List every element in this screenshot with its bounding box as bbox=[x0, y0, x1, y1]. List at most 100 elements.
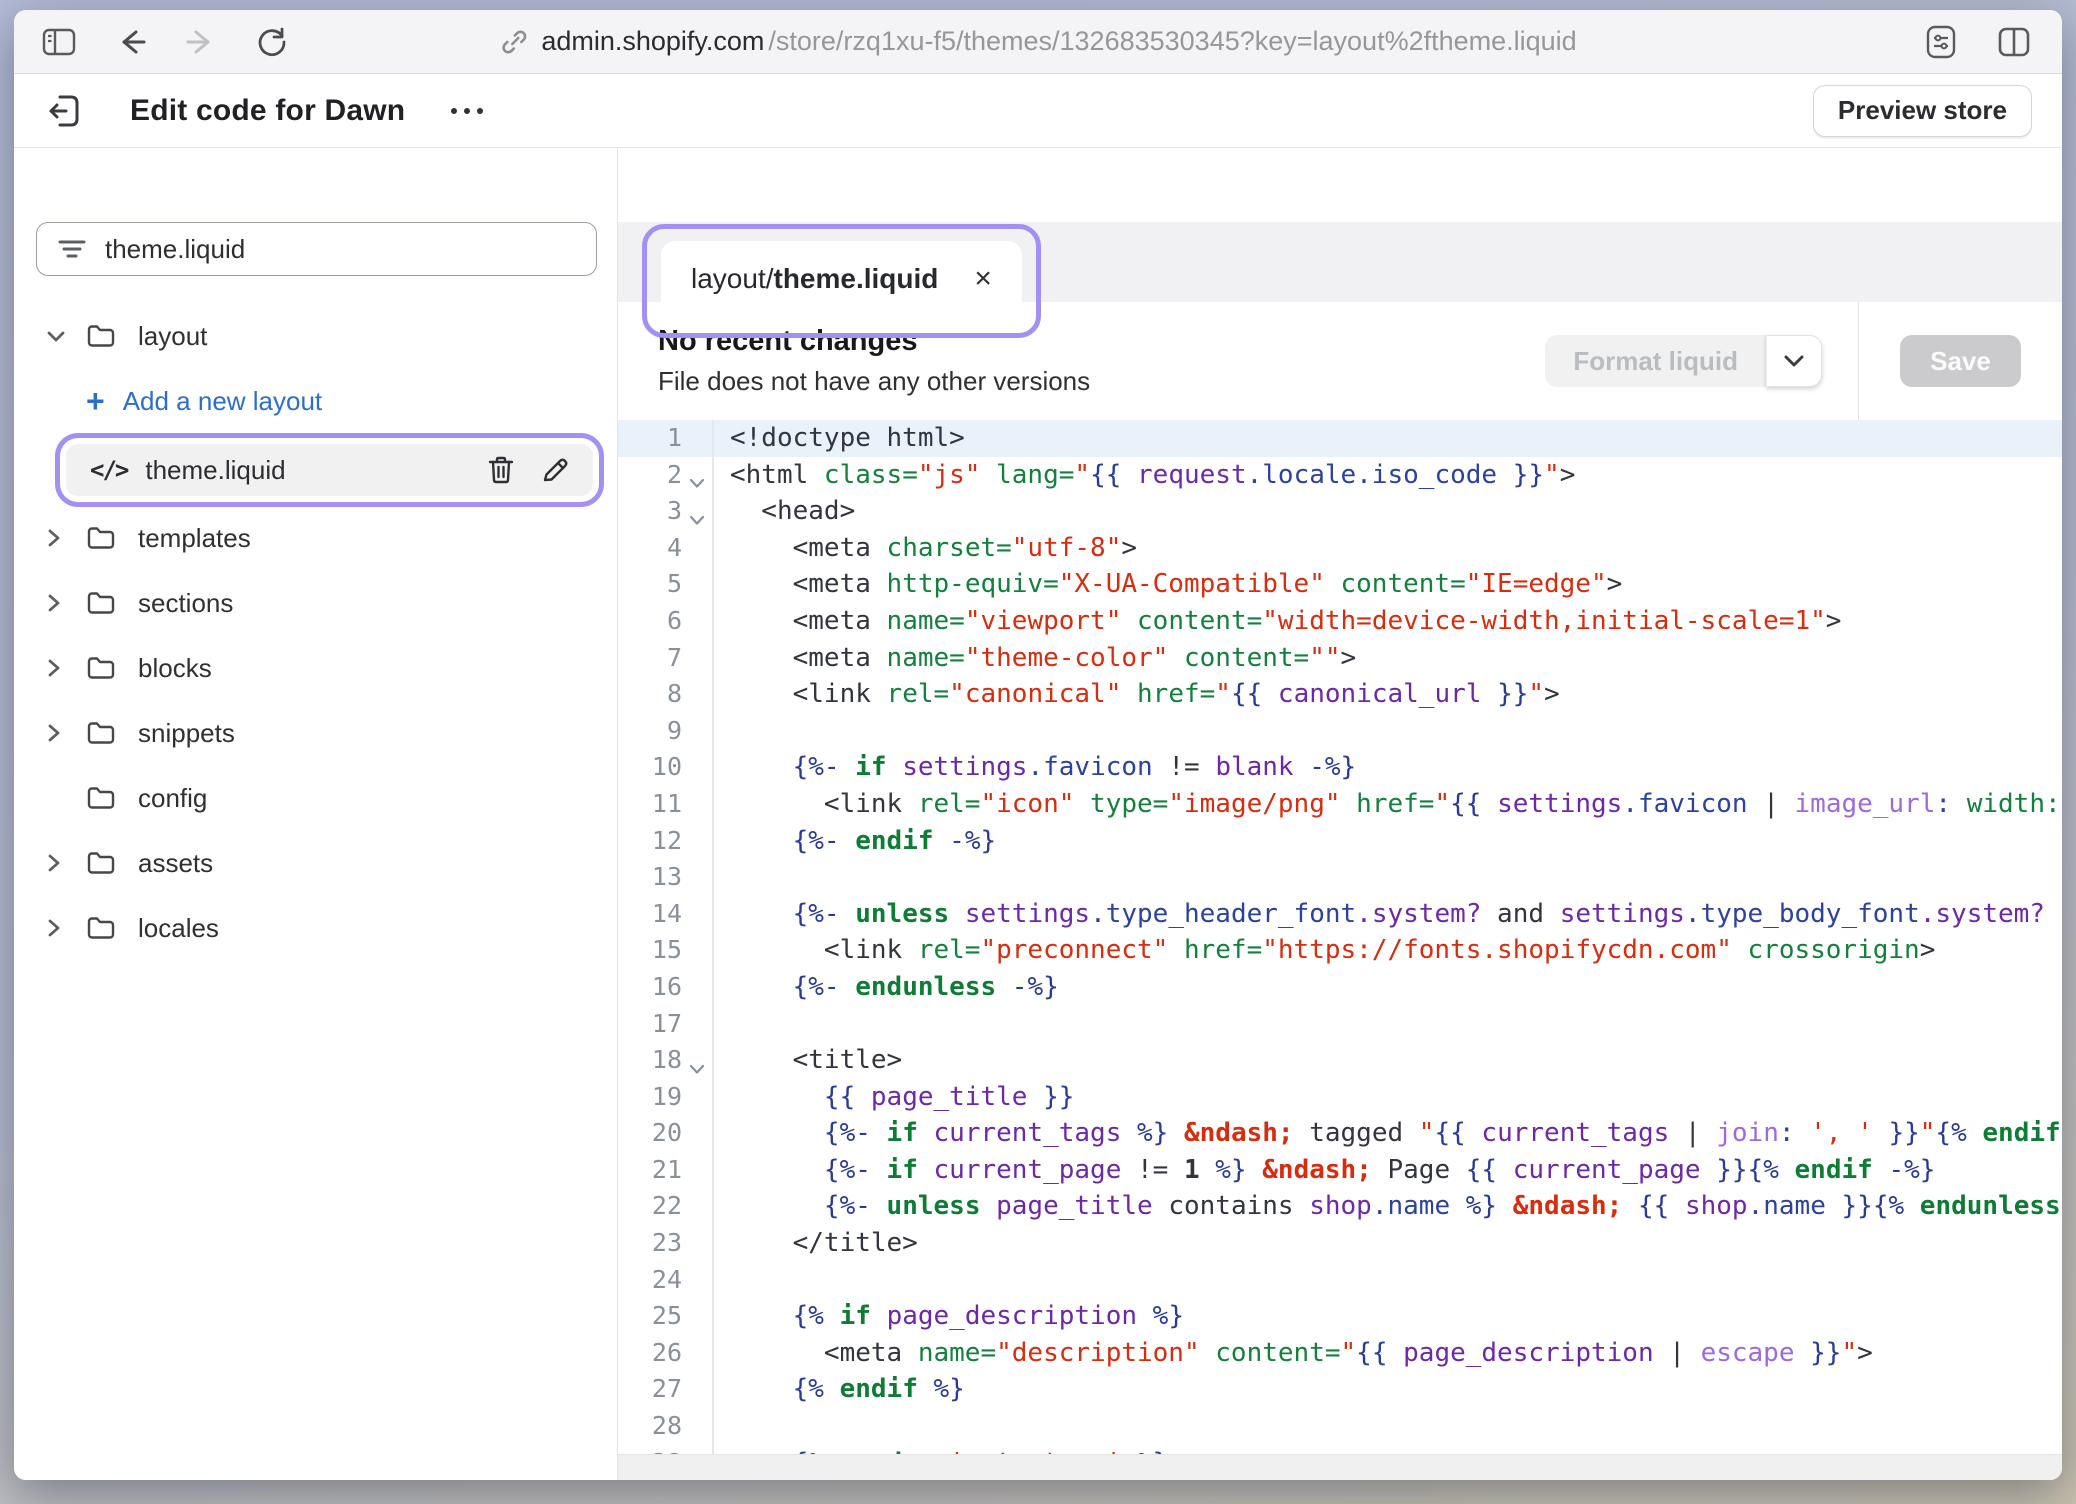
code-line[interactable]: 4 <meta charset="utf-8"> bbox=[618, 530, 2062, 567]
code-line-text[interactable]: <title> bbox=[712, 1042, 2062, 1079]
code-line-text[interactable]: {%- unless page_title contains shop.name… bbox=[712, 1188, 2062, 1225]
code-line-text[interactable]: <link rel="preconnect" href="https://fon… bbox=[712, 932, 2062, 969]
fold-chevron-icon[interactable] bbox=[682, 493, 712, 530]
fold-chevron-icon[interactable] bbox=[682, 1042, 712, 1079]
line-number[interactable]: 14 bbox=[618, 896, 682, 933]
line-number[interactable]: 1 bbox=[618, 420, 682, 457]
line-number[interactable]: 22 bbox=[618, 1188, 682, 1225]
line-number[interactable]: 15 bbox=[618, 932, 682, 969]
back-icon[interactable] bbox=[116, 28, 146, 56]
code-line-text[interactable]: {{ page_title }} bbox=[712, 1079, 2062, 1116]
code-line[interactable]: 25 {% if page_description %} bbox=[618, 1298, 2062, 1335]
line-number[interactable]: 25 bbox=[618, 1298, 682, 1335]
code-line[interactable]: 20 {%- if current_tags %} &ndash; tagged… bbox=[618, 1115, 2062, 1152]
forward-icon[interactable] bbox=[186, 28, 216, 56]
code-line-text[interactable]: <!doctype html> bbox=[712, 420, 2062, 457]
line-number[interactable]: 8 bbox=[618, 676, 682, 713]
fold-chevron-icon[interactable] bbox=[682, 457, 712, 494]
page-settings-icon[interactable] bbox=[1926, 25, 1956, 59]
code-line[interactable]: 7 <meta name="theme-color" content=""> bbox=[618, 640, 2062, 677]
line-number[interactable]: 10 bbox=[618, 749, 682, 786]
sidebar-item-blocks[interactable]: blocks bbox=[14, 646, 617, 690]
sidebar-item-sections[interactable]: sections bbox=[14, 581, 617, 625]
code-line[interactable]: 27 {% endif %} bbox=[618, 1371, 2062, 1408]
code-line[interactable]: 26 <meta name="description" content="{{ … bbox=[618, 1335, 2062, 1372]
code-line[interactable]: 16 {%- endunless -%} bbox=[618, 969, 2062, 1006]
chevron-right-icon[interactable] bbox=[44, 590, 78, 616]
line-number[interactable]: 20 bbox=[618, 1115, 682, 1152]
line-number[interactable]: 9 bbox=[618, 713, 682, 750]
line-number[interactable]: 28 bbox=[618, 1408, 682, 1445]
code-line-text[interactable] bbox=[712, 1408, 2062, 1445]
chevron-right-icon[interactable] bbox=[44, 525, 78, 551]
sidebar-item-theme-liquid[interactable]: </>theme.liquid bbox=[66, 444, 593, 496]
code-line-text[interactable] bbox=[712, 859, 2062, 896]
chevron-down-icon[interactable] bbox=[44, 325, 78, 347]
code-line-text[interactable]: <meta name="viewport" content="width=dev… bbox=[712, 603, 2062, 640]
line-number[interactable]: 24 bbox=[618, 1262, 682, 1299]
code-line-text[interactable]: {%- if current_tags %} &ndash; tagged "{… bbox=[712, 1115, 2062, 1152]
sidebar-item-config[interactable]: config bbox=[14, 776, 617, 820]
format-dropdown-button[interactable] bbox=[1766, 335, 1822, 387]
code-line[interactable]: 28 bbox=[618, 1408, 2062, 1445]
code-line-text[interactable]: <link rel="canonical" href="{{ canonical… bbox=[712, 676, 2062, 713]
code-line-text[interactable]: {% endif %} bbox=[712, 1371, 2062, 1408]
format-liquid-button[interactable]: Format liquid bbox=[1545, 335, 1766, 387]
code-editor[interactable]: 1 <!doctype html>2<html class="js" lang="… bbox=[618, 420, 2062, 1480]
line-number[interactable]: 18 bbox=[618, 1042, 682, 1079]
code-line[interactable]: 5 <meta http-equiv="X-UA-Compatible" con… bbox=[618, 566, 2062, 603]
line-number[interactable]: 23 bbox=[618, 1225, 682, 1262]
sidebar-item-assets[interactable]: assets bbox=[14, 841, 617, 885]
code-line[interactable]: 18 <title> bbox=[618, 1042, 2062, 1079]
sidebar-item-layout[interactable]: layout bbox=[14, 314, 617, 358]
code-line[interactable]: 22 {%- unless page_title contains shop.n… bbox=[618, 1188, 2062, 1225]
code-line-text[interactable]: <meta charset="utf-8"> bbox=[712, 530, 2062, 567]
code-line[interactable]: 1 <!doctype html> bbox=[618, 420, 2062, 457]
code-line-text[interactable]: {% if page_description %} bbox=[712, 1298, 2062, 1335]
code-line[interactable]: 6 <meta name="viewport" content="width=d… bbox=[618, 603, 2062, 640]
chevron-right-icon[interactable] bbox=[44, 655, 78, 681]
code-line-text[interactable]: <meta name="theme-color" content=""> bbox=[712, 640, 2062, 677]
code-line-text[interactable]: <html class="js" lang="{{ request.locale… bbox=[712, 457, 2062, 494]
sidebar-item-snippets[interactable]: snippets bbox=[14, 711, 617, 755]
code-line-text[interactable]: {%- if current_page != 1 %} &ndash; Page… bbox=[712, 1152, 2062, 1189]
code-line-text[interactable]: {%- if settings.favicon != blank -%} bbox=[712, 749, 2062, 786]
overflow-menu-icon[interactable] bbox=[451, 108, 483, 114]
code-line[interactable]: 15 <link rel="preconnect" href="https://… bbox=[618, 932, 2062, 969]
code-line-text[interactable]: <meta http-equiv="X-UA-Compatible" conte… bbox=[712, 566, 2062, 603]
split-view-icon[interactable] bbox=[1998, 27, 2030, 57]
address-bar[interactable]: admin.shopify.com/store/rzq1xu-f5/themes… bbox=[499, 26, 1576, 57]
exit-icon[interactable] bbox=[44, 92, 84, 130]
reload-icon[interactable] bbox=[256, 26, 288, 58]
tab-close-icon[interactable]: × bbox=[974, 264, 992, 294]
code-line[interactable]: 8 <link rel="canonical" href="{{ canonic… bbox=[618, 676, 2062, 713]
sidebar-item-templates[interactable]: templates bbox=[14, 516, 617, 560]
code-line[interactable]: 21 {%- if current_page != 1 %} &ndash; P… bbox=[618, 1152, 2062, 1189]
preview-store-button[interactable]: Preview store bbox=[1813, 85, 2032, 137]
line-number[interactable]: 12 bbox=[618, 823, 682, 860]
line-number[interactable]: 13 bbox=[618, 859, 682, 896]
code-line[interactable]: 13 bbox=[618, 859, 2062, 896]
chevron-right-icon[interactable] bbox=[44, 915, 78, 941]
code-line-text[interactable] bbox=[712, 1262, 2062, 1299]
tab-theme-liquid[interactable]: layout/theme.liquid × bbox=[661, 241, 1022, 317]
chevron-right-icon[interactable] bbox=[44, 850, 78, 876]
code-line[interactable]: 9 bbox=[618, 713, 2062, 750]
code-line-text[interactable]: </title> bbox=[712, 1225, 2062, 1262]
line-number[interactable]: 4 bbox=[618, 530, 682, 567]
code-line[interactable]: 3 <head> bbox=[618, 493, 2062, 530]
rename-file-icon[interactable] bbox=[541, 455, 569, 485]
code-line[interactable]: 12 {%- endif -%} bbox=[618, 823, 2062, 860]
line-number[interactable]: 19 bbox=[618, 1079, 682, 1116]
line-number[interactable]: 3 bbox=[618, 493, 682, 530]
code-line[interactable]: 10 {%- if settings.favicon != blank -%} bbox=[618, 749, 2062, 786]
save-button[interactable]: Save bbox=[1900, 335, 2021, 387]
line-number[interactable]: 5 bbox=[618, 566, 682, 603]
sidebar-item-locales[interactable]: locales bbox=[14, 906, 617, 950]
sidebar-toggle-icon[interactable] bbox=[42, 27, 76, 57]
code-line[interactable]: 2<html class="js" lang="{{ request.local… bbox=[618, 457, 2062, 494]
code-line-text[interactable]: <head> bbox=[712, 493, 2062, 530]
line-number[interactable]: 21 bbox=[618, 1152, 682, 1189]
line-number[interactable]: 17 bbox=[618, 1006, 682, 1043]
editor-horizontal-scrollbar[interactable] bbox=[618, 1454, 2062, 1480]
